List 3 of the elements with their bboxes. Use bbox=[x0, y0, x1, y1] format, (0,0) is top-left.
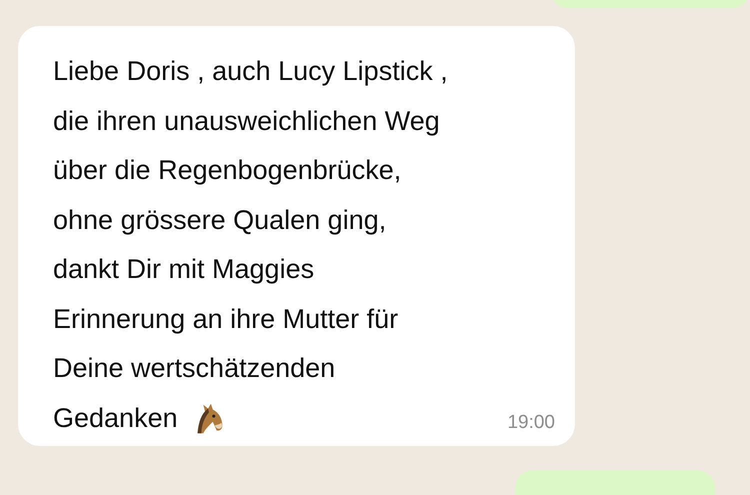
message-text: Liebe Doris , auch Lucy Lipstick , die ihren unausweichlichen Weg über die Regenbogenbrücke, ohne grössere Qualen ging, dankt Dir mit Maggies Erinnerung an ihre Mutter für Deine wertschätzenden bbox=[53, 55, 449, 385]
message-time: 19:00 bbox=[507, 412, 555, 434]
message-text: Gedanken bbox=[53, 402, 178, 434]
